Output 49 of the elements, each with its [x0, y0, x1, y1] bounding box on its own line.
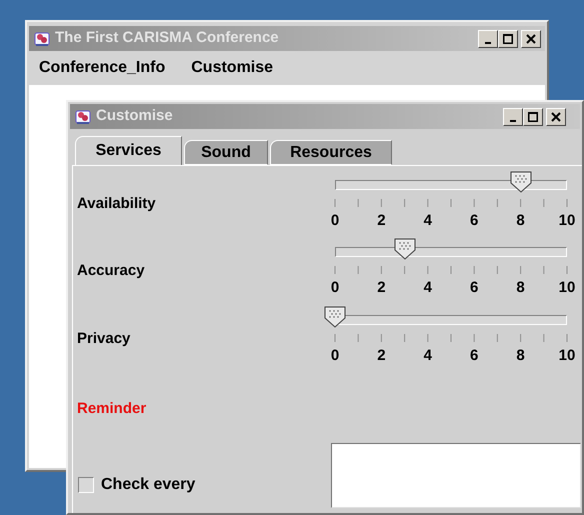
close-button[interactable]	[546, 108, 566, 126]
checkbox[interactable]	[78, 476, 94, 492]
maximize-icon	[528, 112, 538, 122]
maximize-button[interactable]	[523, 108, 543, 126]
window-title: Customise	[96, 106, 173, 126]
close-icon	[526, 34, 536, 44]
section-heading: Reminder	[76, 399, 146, 419]
minimize-button[interactable]	[503, 108, 523, 126]
tick-label: 4	[424, 211, 432, 231]
tick-label: 8	[516, 346, 525, 366]
tick-label: 6	[470, 278, 478, 298]
tick-label: 2	[377, 346, 386, 366]
tick-label: 10	[558, 346, 576, 366]
tab[interactable]: Resources	[270, 140, 392, 165]
app-icon	[74, 108, 92, 126]
app-icon	[33, 30, 51, 48]
minimize-icon	[510, 120, 516, 122]
slider-label: Accuracy	[76, 261, 146, 281]
tick-label: 6	[470, 211, 478, 231]
tick-label: 0	[330, 346, 340, 366]
close-button[interactable]	[521, 30, 541, 48]
menu-item[interactable]: Conference_Info	[39, 56, 166, 80]
tick-label: 8	[516, 278, 525, 298]
tick-label: 10	[558, 211, 576, 231]
tab[interactable]: Sound	[184, 140, 268, 165]
tick-label: 8	[516, 211, 525, 231]
minimize-icon	[485, 42, 491, 44]
tick-label: 2	[377, 211, 386, 231]
tick-label: 4	[424, 278, 432, 298]
close-icon	[551, 112, 561, 122]
slider-label: Availability	[76, 194, 157, 214]
tab[interactable]: Services	[75, 136, 182, 165]
minimize-button[interactable]	[478, 30, 498, 48]
tick-label: 10	[558, 278, 576, 298]
maximize-button[interactable]	[498, 30, 518, 48]
slider-label: Privacy	[76, 329, 132, 349]
slider-thumb[interactable]	[324, 306, 346, 328]
tick-label: 4	[424, 346, 432, 366]
tick-label: 0	[330, 211, 340, 231]
tick-label: 6	[470, 346, 478, 366]
slider-thumb[interactable]	[394, 238, 416, 260]
tick-label: 2	[377, 278, 386, 298]
checkbox-label: Check every	[101, 474, 196, 494]
slider-thumb[interactable]	[510, 171, 532, 193]
tick-label: 0	[330, 278, 340, 298]
maximize-icon	[503, 34, 513, 44]
menu-item[interactable]: Customise	[191, 56, 274, 80]
input-field[interactable]	[331, 442, 581, 508]
window-title: The First CARISMA Conference	[55, 28, 279, 48]
